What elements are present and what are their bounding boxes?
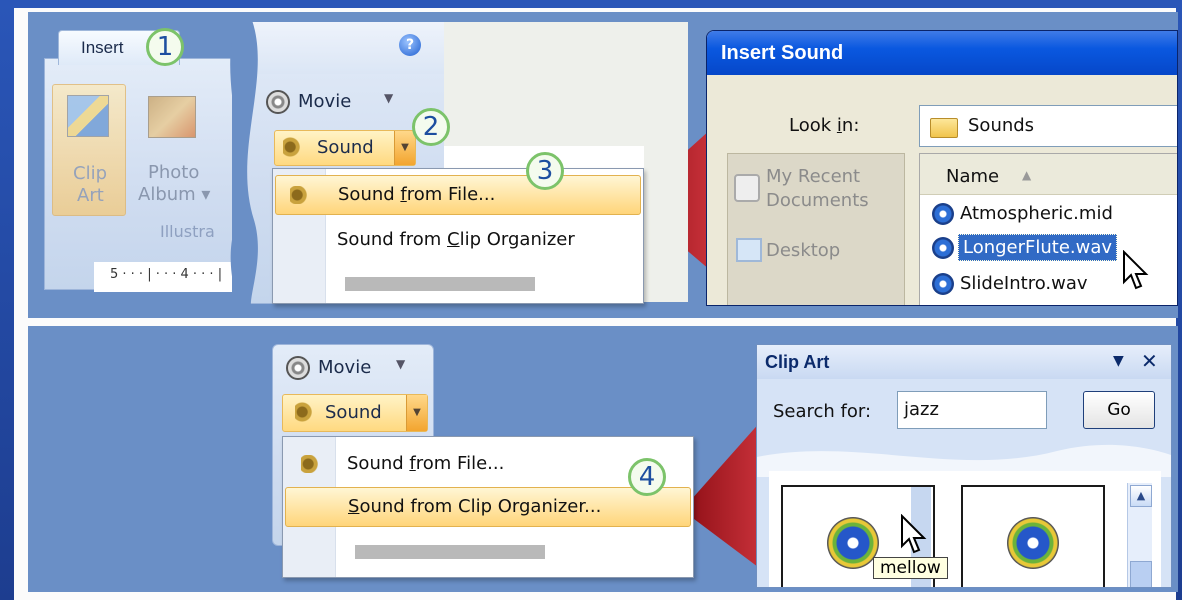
look-in-label: Look in: (789, 115, 860, 136)
photo-album-icon (148, 96, 196, 138)
callout-3: 3 (526, 152, 564, 190)
menu-item-sound-from-clip-organizer[interactable]: Sound from Clip Organizer (275, 221, 641, 259)
audio-file-icon (932, 237, 954, 259)
chevron-down-icon: ▼ (384, 91, 394, 105)
audio-file-icon (932, 273, 954, 295)
recent-documents-icon (734, 174, 760, 202)
column-header-name[interactable]: Name ▲ (920, 154, 1177, 195)
sound-dropdown-arrow[interactable]: ▼ (394, 131, 415, 165)
movie-label-top: Movie (298, 91, 352, 112)
movie-label-bottom: Movie (318, 357, 372, 378)
column-header-label: Name (946, 166, 1000, 187)
callout-1: 1 (146, 28, 184, 66)
file-name: Atmospheric.mid (960, 203, 1113, 224)
desktop-icon (736, 238, 762, 262)
ruler-strip: 5 · · · | · · · 4 · · · | (94, 262, 234, 292)
menu-item-placeholder (355, 545, 545, 559)
sound-menu-top: Sound from File... Sound from Clip Organ… (272, 168, 644, 304)
recent-documents-place[interactable]: My Recent Documents (728, 154, 904, 214)
sound-dropdown-arrow[interactable]: ▼ (406, 395, 427, 431)
menu-item-sound-from-file[interactable]: Sound from File... (275, 175, 641, 215)
file-name-selected: LongerFlute.wav (958, 234, 1118, 261)
go-button-label: Go (1107, 400, 1131, 420)
photo-album-button[interactable]: Photo Album ▾ (134, 84, 226, 214)
pane-options-icon[interactable]: ▼ (1113, 353, 1124, 369)
mouse-pointer-icon (1123, 250, 1149, 290)
look-in-value: Sounds (968, 115, 1035, 136)
scroll-thumb[interactable] (1130, 561, 1152, 587)
menu-item-label: Sound from File... (347, 453, 505, 474)
file-name: SlideIntro.wav (960, 273, 1088, 294)
movie-button-bottom[interactable]: Movie ▼ (286, 354, 426, 384)
sound-button-top[interactable]: Sound ▼ (274, 130, 416, 166)
speaker-icon (295, 402, 313, 422)
insert-sound-dialog: Insert Sound Look in: Sounds My Recent D… (706, 30, 1178, 306)
movie-button-top[interactable]: Movie ▼ (266, 88, 406, 118)
illustrations-group-label: Illustra (160, 222, 215, 241)
tab-insert-label: Insert (81, 38, 124, 57)
search-for-label: Search for: (773, 401, 872, 422)
mouse-pointer-icon (901, 514, 927, 554)
search-input-value: jazz (904, 399, 939, 420)
sound-button-bottom[interactable]: Sound ▼ (282, 394, 428, 432)
places-bar: My Recent Documents Desktop (727, 153, 905, 305)
clip-art-title: Clip Art (757, 345, 1171, 379)
help-icon[interactable]: ? (399, 34, 421, 56)
dialog-title: Insert Sound (707, 31, 1177, 75)
desktop-place[interactable]: Desktop (728, 230, 904, 270)
clip-art-pane: Clip Art ▼ ✕ Search for: jazz Go ▲ mello… (756, 344, 1172, 588)
place-recent-line2: Documents (766, 190, 869, 211)
speaker-icon (290, 186, 308, 204)
go-button[interactable]: Go (1083, 391, 1155, 429)
ruler-text: 5 · · · | · · · 4 · · · | (110, 267, 223, 282)
clip-art-label-line2: Art (77, 185, 104, 206)
speaker-icon (301, 455, 319, 473)
photo-album-label-line2: Album ▾ (138, 184, 211, 205)
wave-cut-middle (232, 20, 258, 310)
callout-2: 2 (412, 108, 450, 146)
menu-item-sound-from-clip-organizer[interactable]: Sound from Clip Organizer... (285, 487, 691, 527)
photo-album-label-line1: Photo (148, 162, 200, 183)
search-input[interactable]: jazz (897, 391, 1047, 429)
look-in-dropdown[interactable]: Sounds (919, 105, 1177, 147)
clip-tooltip: mellow (873, 557, 948, 579)
menu-item-label: Sound from Clip Organizer (337, 229, 575, 250)
clip-art-icon (67, 95, 109, 137)
results-scrollbar[interactable]: ▲ (1127, 483, 1152, 587)
chevron-down-icon: ▼ (396, 357, 406, 371)
clip-thumbnail[interactable] (961, 485, 1105, 587)
sound-clip-icon (1007, 517, 1059, 569)
close-icon[interactable]: ✕ (1141, 349, 1158, 373)
clip-art-label-line1: Clip (73, 163, 107, 184)
speaker-icon (283, 137, 301, 157)
menu-item-label: Sound from File... (338, 184, 496, 205)
file-row[interactable]: Atmospheric.mid (926, 198, 1176, 230)
folder-icon (930, 118, 958, 138)
audio-file-icon (932, 203, 954, 225)
sort-ascending-icon: ▲ (1022, 168, 1032, 182)
sound-clip-icon (827, 517, 879, 569)
sound-menu-bottom: Sound from File... Sound from Clip Organ… (282, 436, 694, 578)
menu-item-label: Sound from Clip Organizer... (348, 496, 602, 517)
scroll-up-icon[interactable]: ▲ (1130, 485, 1152, 507)
place-recent-line1: My Recent (766, 166, 861, 187)
sound-label-top: Sound (317, 137, 374, 158)
clip-art-button[interactable]: Clip Art (52, 84, 126, 216)
menu-item-placeholder (345, 277, 535, 291)
callout-4: 4 (628, 458, 666, 496)
film-reel-icon (286, 356, 310, 380)
sound-label-bottom: Sound (325, 402, 382, 423)
place-desktop: Desktop (766, 240, 841, 261)
